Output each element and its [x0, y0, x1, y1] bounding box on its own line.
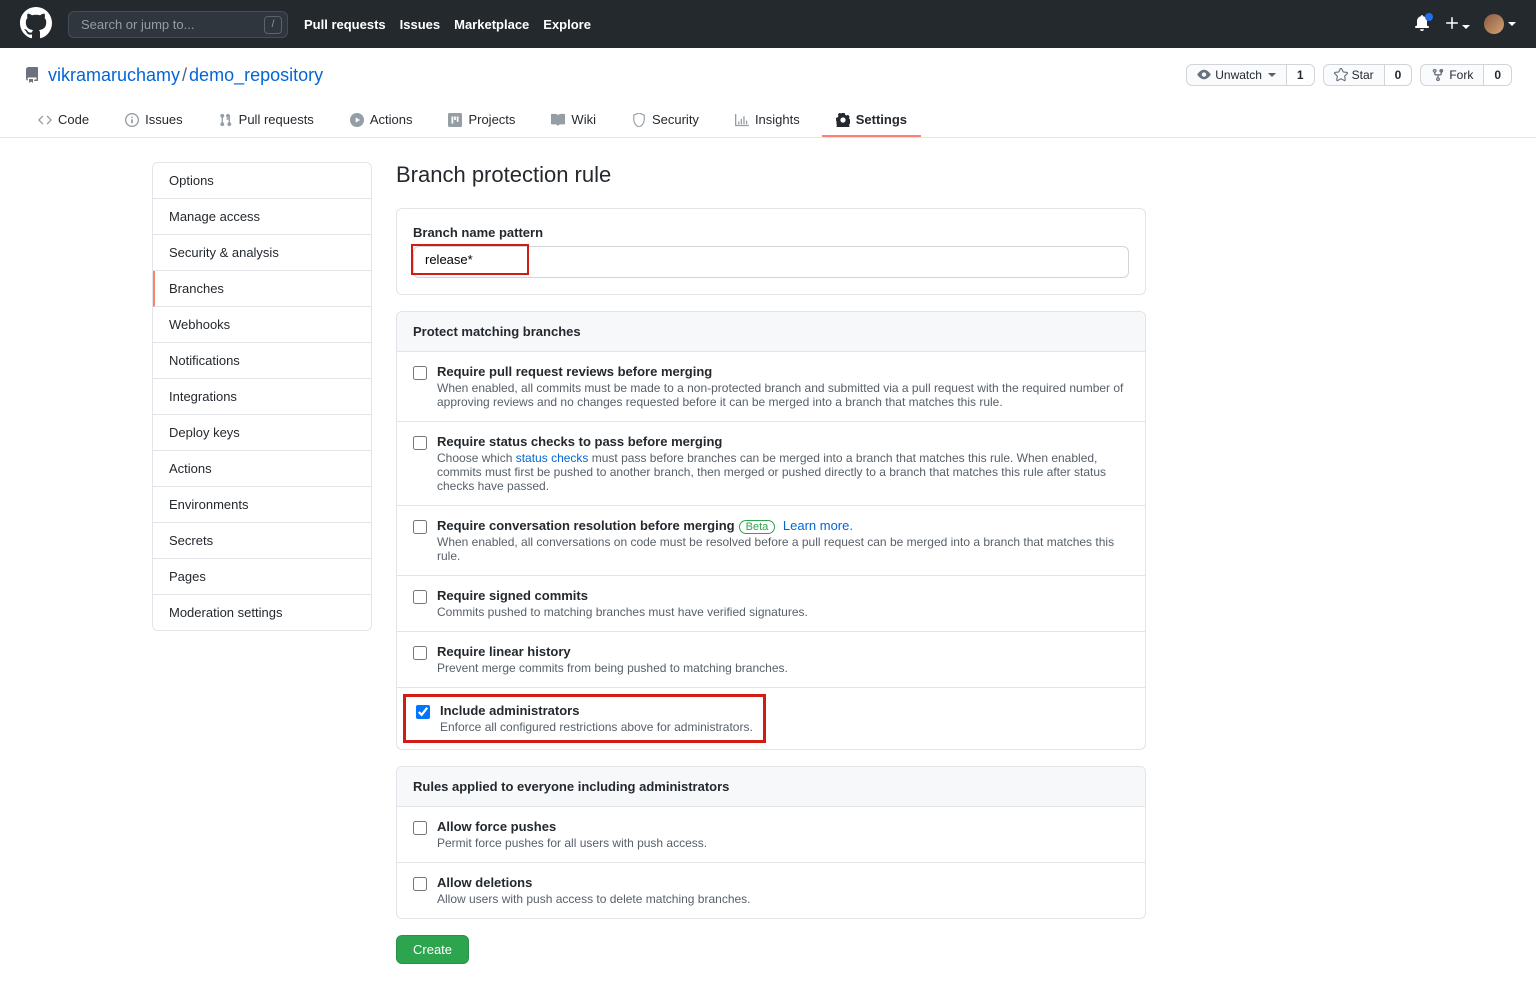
- everyone-label: Allow deletions: [437, 875, 751, 890]
- main-content: Branch protection rule Branch name patte…: [396, 162, 1146, 964]
- protect-desc: When enabled, all commits must be made t…: [437, 381, 1129, 409]
- protect-desc: Prevent merge commits from being pushed …: [437, 661, 788, 675]
- sidebar-item-environments[interactable]: Environments: [153, 487, 371, 523]
- protect-desc: Commits pushed to matching branches must…: [437, 605, 808, 619]
- pattern-label: Branch name pattern: [413, 225, 1129, 240]
- sidebar-item-security-analysis[interactable]: Security & analysis: [153, 235, 371, 271]
- repo-owner-link[interactable]: vikramaruchamy: [48, 65, 180, 85]
- protect-checkbox-3[interactable]: [413, 590, 427, 604]
- tab-actions[interactable]: Actions: [336, 104, 427, 137]
- header-nav: Pull requests Issues Marketplace Explore: [304, 17, 591, 32]
- create-button[interactable]: Create: [396, 935, 469, 964]
- star-button[interactable]: Star: [1323, 64, 1385, 86]
- learn-more-link[interactable]: Learn more.: [779, 518, 853, 533]
- highlight-box: Include administrators Enforce all config…: [403, 694, 766, 743]
- user-menu[interactable]: [1484, 14, 1516, 34]
- protect-label: Require linear history: [437, 644, 788, 659]
- repo-icon: [24, 67, 40, 83]
- everyone-desc: Permit force pushes for all users with p…: [437, 836, 707, 850]
- nav-pull-requests[interactable]: Pull requests: [304, 17, 386, 32]
- repo-name-link[interactable]: demo_repository: [189, 65, 323, 85]
- sidebar-item-webhooks[interactable]: Webhooks: [153, 307, 371, 343]
- global-header: / Pull requests Issues Marketplace Explo…: [0, 0, 1536, 48]
- protect-rule-row: Require status checks to pass before mer…: [397, 422, 1145, 506]
- protect-rule-row: Require pull request reviews before merg…: [397, 352, 1145, 422]
- protect-header: Protect matching branches: [397, 312, 1145, 352]
- github-logo-icon[interactable]: [20, 7, 52, 42]
- protect-rule-row: Include administrators Enforce all config…: [397, 688, 1145, 749]
- protect-label: Require signed commits: [437, 588, 808, 603]
- fork-count[interactable]: 0: [1484, 64, 1512, 86]
- protect-checkbox-5[interactable]: [416, 705, 430, 719]
- tab-code[interactable]: Code: [24, 104, 103, 137]
- repo-actions: Unwatch 1 Star 0 Fork 0: [1186, 64, 1512, 86]
- everyone-rule-row: Allow deletions Allow users with push acc…: [397, 863, 1145, 918]
- rules2-box: Rules applied to everyone including admi…: [396, 766, 1146, 919]
- tab-pull-requests[interactable]: Pull requests: [205, 104, 328, 137]
- watch-count[interactable]: 1: [1287, 64, 1315, 86]
- settings-sidebar: OptionsManage accessSecurity & analysisB…: [152, 162, 372, 964]
- everyone-desc: Allow users with push access to delete m…: [437, 892, 751, 906]
- sidebar-item-secrets[interactable]: Secrets: [153, 523, 371, 559]
- protect-checkbox-1[interactable]: [413, 436, 427, 450]
- nav-marketplace[interactable]: Marketplace: [454, 17, 529, 32]
- breadcrumb: vikramaruchamy/demo_repository: [48, 65, 323, 86]
- pattern-highlight: [411, 244, 529, 275]
- protect-checkbox-2[interactable]: [413, 520, 427, 534]
- branch-pattern-input[interactable]: [415, 248, 525, 271]
- protect-label: Require conversation resolution before m…: [437, 518, 1129, 533]
- sidebar-item-manage-access[interactable]: Manage access: [153, 199, 371, 235]
- everyone-checkbox-0[interactable]: [413, 821, 427, 835]
- tab-settings[interactable]: Settings: [822, 104, 921, 137]
- tab-issues[interactable]: Issues: [111, 104, 197, 137]
- protect-checkbox-4[interactable]: [413, 646, 427, 660]
- protect-rule-row: Require conversation resolution before m…: [397, 506, 1145, 576]
- protect-box: Protect matching branches Require pull r…: [396, 311, 1146, 750]
- protect-desc: Enforce all configured restrictions abov…: [440, 720, 753, 734]
- star-count[interactable]: 0: [1385, 64, 1413, 86]
- bell-icon[interactable]: [1414, 15, 1430, 34]
- nav-issues[interactable]: Issues: [400, 17, 440, 32]
- protect-desc: Choose which status checks must pass bef…: [437, 451, 1129, 493]
- tab-security[interactable]: Security: [618, 104, 713, 137]
- sidebar-item-deploy-keys[interactable]: Deploy keys: [153, 415, 371, 451]
- sidebar-item-branches[interactable]: Branches: [153, 271, 371, 307]
- tab-wiki[interactable]: Wiki: [537, 104, 610, 137]
- everyone-checkbox-1[interactable]: [413, 877, 427, 891]
- tab-projects[interactable]: Projects: [434, 104, 529, 137]
- pattern-box: Branch name pattern: [396, 208, 1146, 295]
- everyone-label: Allow force pushes: [437, 819, 707, 834]
- sidebar-item-options[interactable]: Options: [153, 163, 371, 199]
- page-title: Branch protection rule: [396, 162, 1146, 188]
- header-right: [1414, 14, 1516, 34]
- sidebar-item-integrations[interactable]: Integrations: [153, 379, 371, 415]
- sidebar-item-notifications[interactable]: Notifications: [153, 343, 371, 379]
- protect-rule-row: Require linear history Prevent merge comm…: [397, 632, 1145, 688]
- nav-explore[interactable]: Explore: [543, 17, 591, 32]
- avatar-icon: [1484, 14, 1504, 34]
- status-checks-link[interactable]: status checks: [516, 451, 589, 465]
- sidebar-item-moderation-settings[interactable]: Moderation settings: [153, 595, 371, 630]
- protect-rule-row: Require signed commits Commits pushed to …: [397, 576, 1145, 632]
- rules2-header: Rules applied to everyone including admi…: [397, 767, 1145, 807]
- everyone-rule-row: Allow force pushes Permit force pushes fo…: [397, 807, 1145, 863]
- protect-checkbox-0[interactable]: [413, 366, 427, 380]
- unwatch-button[interactable]: Unwatch: [1186, 64, 1287, 86]
- protect-desc: When enabled, all conversations on code …: [437, 535, 1129, 563]
- repo-head: vikramaruchamy/demo_repository Unwatch 1…: [0, 48, 1536, 138]
- search-wrapper: /: [68, 11, 288, 38]
- fork-button[interactable]: Fork: [1420, 64, 1484, 86]
- sidebar-item-actions[interactable]: Actions: [153, 451, 371, 487]
- search-slash-icon: /: [264, 16, 282, 34]
- protect-label: Require status checks to pass before mer…: [437, 434, 1129, 449]
- protect-label: Include administrators: [440, 703, 753, 718]
- sidebar-item-pages[interactable]: Pages: [153, 559, 371, 595]
- protect-label: Require pull request reviews before merg…: [437, 364, 1129, 379]
- tab-insights[interactable]: Insights: [721, 104, 814, 137]
- repo-tabs: Code Issues Pull requests Actions Projec…: [24, 104, 1512, 137]
- create-new-icon[interactable]: [1444, 15, 1470, 34]
- search-input[interactable]: [68, 11, 288, 38]
- beta-badge: Beta: [739, 520, 776, 534]
